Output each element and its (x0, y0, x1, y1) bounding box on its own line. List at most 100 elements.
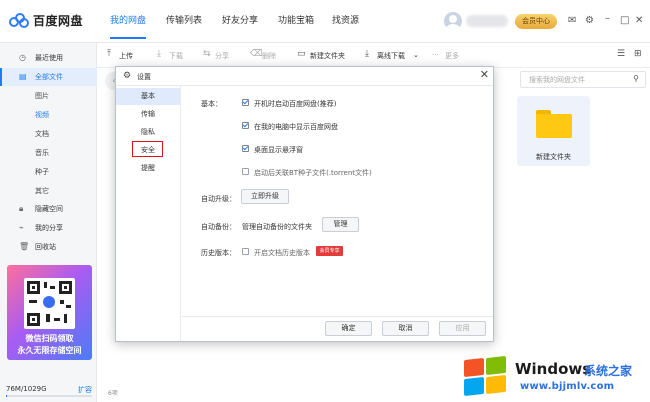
top-bar: 百度网盘 我的网盘 传输列表 好友分享 功能宝箱 找资源 会员中心 ✉ ⚙ – … (0, 0, 650, 43)
grid-view-icon[interactable]: ⊞ (634, 49, 642, 59)
promo-banner[interactable]: 微信扫码领取 永久无限存储空间 (7, 265, 92, 360)
share-icon: ⌁ (19, 223, 24, 232)
watermark-cn: 系统之家 (584, 364, 633, 378)
sidebar-sub-other[interactable]: 其它 (35, 186, 49, 196)
sidebar-item-my-share[interactable]: ⌁ 我的分享 (0, 219, 97, 237)
cancel-button[interactable]: 取消 (382, 321, 429, 336)
offline-download-icon: ⤓ (365, 49, 369, 59)
dialog-header: ⚙ 设置 ✕ (116, 67, 493, 86)
chevron-down-icon[interactable]: ⌄ (413, 51, 419, 59)
share-icon: ⇆ (203, 49, 211, 59)
share-button[interactable]: 分享 (215, 51, 229, 61)
manage-backup-button[interactable]: 管理 (322, 217, 359, 232)
more-dots-icon: ··· (432, 51, 439, 59)
dialog-nav: 基本 传输 隐私 安全 提醒 (116, 86, 181, 341)
delete-button[interactable]: 删除 (262, 51, 276, 61)
settings-tab-privacy[interactable]: 隐私 (116, 124, 180, 141)
avatar[interactable] (444, 12, 462, 30)
bt-association-checkbox[interactable] (242, 168, 249, 175)
settings-tab-basic[interactable]: 基本 (116, 88, 180, 105)
startup-option-label: 开机时启动百度网盘(推荐) (254, 100, 337, 108)
sidebar-sub-images[interactable]: 图片 (35, 91, 49, 101)
auto-backup-label: 自动备份： (201, 223, 236, 231)
floating-window-checkbox[interactable] (242, 145, 249, 152)
history-version-label: 历史版本： (201, 249, 236, 257)
file-icon: ▤ (19, 72, 27, 81)
upgrade-now-button[interactable]: 立即升级 (241, 189, 289, 204)
vip-center-button[interactable]: 会员中心 (515, 14, 557, 29)
settings-tab-transfer[interactable]: 传输 (116, 106, 180, 123)
nav-transfer-list[interactable]: 传输列表 (166, 13, 202, 26)
new-folder-icon: ▭ (297, 49, 306, 59)
sidebar-item-recent[interactable]: ◷ 最近使用 (0, 49, 97, 67)
dialog-footer: 确定 取消 应用 (182, 316, 493, 341)
sidebar-item-all-files[interactable]: ▤ 全部文件 (0, 68, 97, 86)
floating-window-label: 桌面显示悬浮窗 (254, 146, 303, 154)
settings-dialog: ⚙ 设置 ✕ 基本 传输 隐私 安全 提醒 基本： 开机时启动百度网盘(推荐) … (115, 66, 494, 342)
security-tab-highlight (132, 141, 163, 157)
search-placeholder: 搜索我的网盘文件 (529, 76, 585, 84)
gear-icon: ⚙ (123, 71, 132, 81)
qr-code (24, 278, 75, 329)
sidebar-sub-music[interactable]: 音乐 (35, 148, 49, 158)
nav-find-resources[interactable]: 找资源 (332, 13, 359, 26)
sidebar-sub-docs[interactable]: 文档 (35, 129, 49, 139)
basic-label: 基本： (201, 100, 222, 108)
nav-my-disk[interactable]: 我的网盘 (110, 13, 146, 26)
storage-bar-fill (6, 395, 7, 397)
backup-description: 管理自动备份的文件夹 (242, 223, 312, 231)
delete-icon: ⌫ (250, 49, 263, 59)
apply-button[interactable]: 应用 (439, 321, 486, 336)
settings-gear-icon[interactable]: ⚙ (585, 15, 594, 26)
mail-icon[interactable]: ✉ (568, 15, 576, 26)
upload-button[interactable]: 上传 (119, 51, 133, 61)
download-button[interactable]: 下载 (169, 51, 183, 61)
sidebar-sub-video[interactable]: 视频 (35, 110, 49, 120)
file-item-folder[interactable]: 新建文件夹 (517, 96, 590, 166)
watermark-brand: Windows (515, 360, 592, 378)
sidebar-sub-torrent[interactable]: 种子 (35, 167, 49, 177)
expand-storage-link[interactable]: 扩容 (78, 385, 92, 395)
ok-button[interactable]: 确定 (325, 321, 372, 336)
promo-line-2: 永久无限存储空间 (17, 346, 82, 355)
history-version-option: 开启文档历史版本 (254, 249, 310, 257)
app-title: 百度网盘 (33, 14, 84, 28)
storage-usage: 76M/1029G (6, 385, 47, 393)
watermark-url: www.bjjmlv.com (520, 381, 615, 392)
startup-checkbox[interactable] (242, 99, 249, 106)
search-icon[interactable]: ⚲ (633, 74, 639, 83)
more-button[interactable]: 更多 (445, 51, 459, 61)
clock-icon: ◷ (19, 53, 26, 62)
promo-line-1: 微信扫码领取 (25, 334, 74, 343)
sidebar-item-hidden-space[interactable]: 🔒︎ 隐藏空间 (0, 200, 97, 218)
show-in-computer-label: 在我的电脑中显示百度网盘 (254, 123, 338, 131)
offline-download-button[interactable]: 离线下载 (377, 51, 405, 61)
app-logo: 百度网盘 (9, 12, 83, 29)
settings-tab-reminder[interactable]: 提醒 (116, 160, 180, 177)
new-folder-button[interactable]: 新建文件夹 (310, 51, 345, 61)
lock-icon: 🔒︎ (19, 204, 24, 213)
storage-bar (6, 395, 92, 397)
vip-exclusive-badge: 会员专享 (316, 246, 343, 256)
maximize-icon[interactable]: □ (620, 15, 629, 26)
file-name: 新建文件夹 (536, 153, 571, 161)
sidebar: ◷ 最近使用 ▤ 全部文件 图片 视频 文档 音乐 种子 其它 🔒︎ 隐藏空间 … (0, 43, 97, 402)
folder-icon (536, 110, 572, 138)
nav-toolbox[interactable]: 功能宝箱 (278, 13, 314, 26)
nav-friend-share[interactable]: 好友分享 (222, 13, 258, 26)
download-icon: ⤓ (157, 49, 161, 59)
sidebar-item-recycle-bin[interactable]: 🗑︎ 回收站 (0, 238, 97, 256)
list-view-icon[interactable]: ☰ (617, 49, 625, 59)
username-blurred (466, 15, 508, 27)
dialog-title: 设置 (137, 73, 151, 81)
auto-upgrade-label: 自动升级： (201, 195, 236, 203)
search-input[interactable]: 搜索我的网盘文件 ⚲ (520, 71, 646, 88)
minimize-icon[interactable]: – (605, 13, 610, 24)
nav-active-indicator (110, 37, 146, 39)
history-version-checkbox[interactable] (242, 248, 249, 255)
dialog-close-icon[interactable]: ✕ (480, 68, 489, 81)
close-icon[interactable]: ✕ (635, 15, 643, 26)
show-in-computer-checkbox[interactable] (242, 122, 249, 129)
bt-association-label: 启动后关联BT种子文件(.torrent文件) (254, 169, 372, 177)
windows-logo-icon (462, 355, 508, 397)
